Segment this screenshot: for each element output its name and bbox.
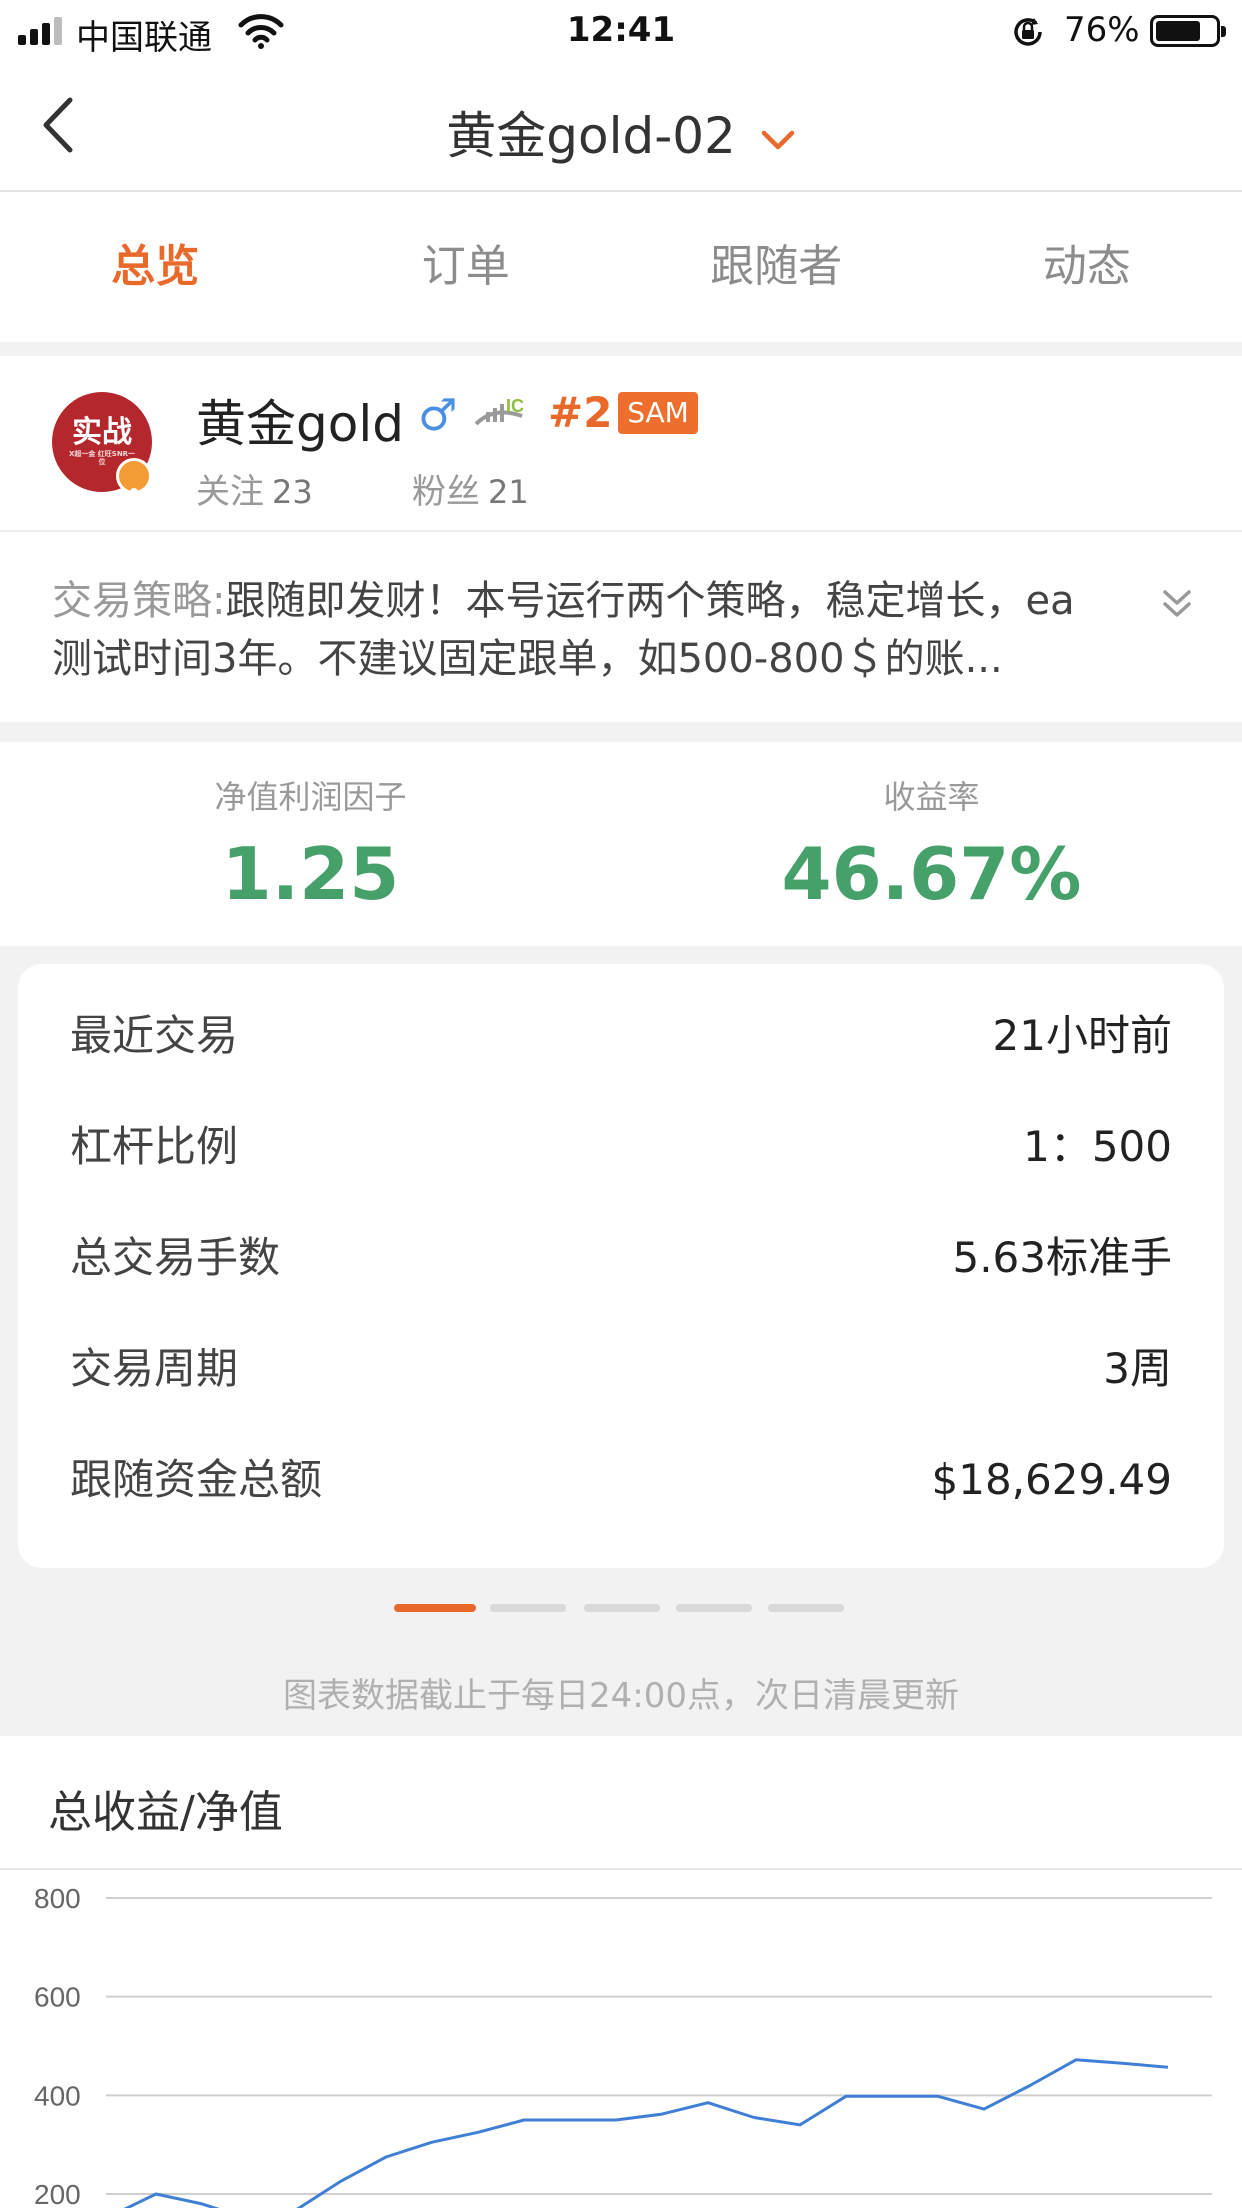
clock: 12:41 [566, 10, 676, 50]
info-value: 3周 [1103, 1344, 1172, 1393]
svg-text:IC: IC [506, 396, 524, 416]
nav-bar: 黄金gold-02 [0, 62, 1242, 192]
sam-badge: SAM [618, 392, 698, 434]
status-bar: 中国联通 12:41 76% [0, 0, 1242, 62]
male-icon: ♂ [418, 390, 458, 441]
page-dot-2[interactable] [490, 1604, 566, 1612]
expand-chevron-icon[interactable] [1160, 584, 1194, 624]
rotation-lock-icon [1014, 18, 1042, 46]
strategy-section[interactable]: 交易策略:跟随即发财！本号运行两个策略，稳定增长，ea测试时间3年。不建议固定跟… [0, 532, 1242, 722]
y-tick-label: 600 [34, 1982, 81, 2013]
info-row: 杠杆比例 1：500 [18, 1097, 1224, 1208]
info-carousel[interactable]: 最近交易 21小时前 杠杆比例 1：500 总交易手数 5.63标准手 交易周期… [0, 946, 1242, 1736]
section-divider [0, 722, 1242, 742]
tab-overview[interactable]: 总览 [0, 192, 311, 342]
level-icon: IC [474, 396, 524, 426]
strategy-description: 交易策略:跟随即发财！本号运行两个策略，稳定增长，ea测试时间3年。不建议固定跟… [52, 572, 1102, 688]
info-key: 交易周期 [70, 1344, 239, 1393]
tab-orders[interactable]: 订单 [311, 192, 622, 342]
battery-icon [1150, 15, 1226, 47]
chart-section-title: 总收益/净值 [48, 1787, 283, 1838]
trader-profile: 实战 X超一金 红旺SNR一位 黄金gold ♂ IC #2 SAM 关注 23 … [0, 356, 1242, 532]
info-key: 跟随资金总额 [70, 1455, 323, 1504]
info-key: 杠杆比例 [70, 1122, 239, 1171]
line-chart: 200 400 600 800 [34, 1883, 1212, 2208]
avatar-logo-text: 实战 [72, 415, 132, 450]
rank-badge: #2 [548, 388, 613, 437]
metric-value: 1.25 [221, 832, 400, 916]
series-line [123, 2058, 1169, 2208]
metric-label: 净值利润因子 [214, 778, 407, 816]
battery-percent: 76% [1064, 10, 1140, 50]
y-tick-label: 400 [34, 2080, 81, 2111]
info-row: 交易周期 3周 [18, 1319, 1224, 1430]
info-row: 跟随资金总额 $18,629.49 [18, 1430, 1224, 1541]
page-dot-1[interactable] [394, 1604, 476, 1612]
info-key: 最近交易 [70, 1011, 239, 1060]
info-value: 1：500 [1023, 1122, 1172, 1171]
account-switcher[interactable]: 黄金gold-02 [0, 96, 1242, 168]
page-dot-4[interactable] [676, 1604, 752, 1612]
profit-factor-metric: 净值利润因子 1.25 [0, 772, 621, 916]
info-value: $18,629.49 [931, 1455, 1172, 1504]
avatar[interactable]: 实战 X超一金 红旺SNR一位 [52, 392, 152, 504]
page-dot-5[interactable] [768, 1604, 844, 1612]
page-dot-3[interactable] [584, 1604, 660, 1612]
info-value: 5.63标准手 [952, 1233, 1172, 1282]
following-label: 关注 [196, 472, 264, 512]
page-title: 黄金gold-02 [446, 107, 736, 165]
user-badge-icon [116, 458, 152, 504]
data-update-note: 图表数据截止于每日24:00点，次日清晨更新 [283, 1676, 959, 1716]
profit-equity-chart[interactable]: 200 400 600 800 [0, 1870, 1242, 2208]
trader-name: 黄金gold [196, 395, 404, 453]
following-stat[interactable]: 关注 23 [196, 464, 313, 513]
y-tick-label: 800 [34, 1883, 81, 1914]
info-value: 21小时前 [992, 1011, 1172, 1060]
key-metrics: 净值利润因子 1.25 收益率 46.67% [0, 742, 1242, 946]
strategy-label: 交易策略: [52, 578, 226, 624]
info-card: 最近交易 21小时前 杠杆比例 1：500 总交易手数 5.63标准手 交易周期… [18, 964, 1224, 1568]
chevron-down-icon [761, 130, 795, 149]
fans-stat[interactable]: 粉丝 21 [412, 464, 529, 513]
following-count: 23 [272, 473, 313, 511]
section-divider [0, 342, 1242, 356]
info-key: 总交易手数 [70, 1233, 281, 1282]
fans-label: 粉丝 [412, 472, 480, 512]
info-row: 总交易手数 5.63标准手 [18, 1208, 1224, 1319]
metric-value: 46.67% [781, 832, 1082, 916]
tab-bar: 总览 订单 跟随者 动态 [0, 192, 1242, 342]
tab-followers[interactable]: 跟随者 [621, 192, 932, 342]
chart-header: 总收益/净值 [0, 1736, 1242, 1870]
fans-count: 21 [488, 473, 529, 511]
metric-label: 收益率 [883, 778, 980, 816]
y-tick-label: 200 [34, 2179, 81, 2208]
info-row: 最近交易 21小时前 [18, 986, 1224, 1097]
page-indicator [0, 1604, 1242, 1614]
tab-activity[interactable]: 动态 [932, 192, 1242, 342]
return-rate-metric: 收益率 46.67% [621, 772, 1242, 916]
